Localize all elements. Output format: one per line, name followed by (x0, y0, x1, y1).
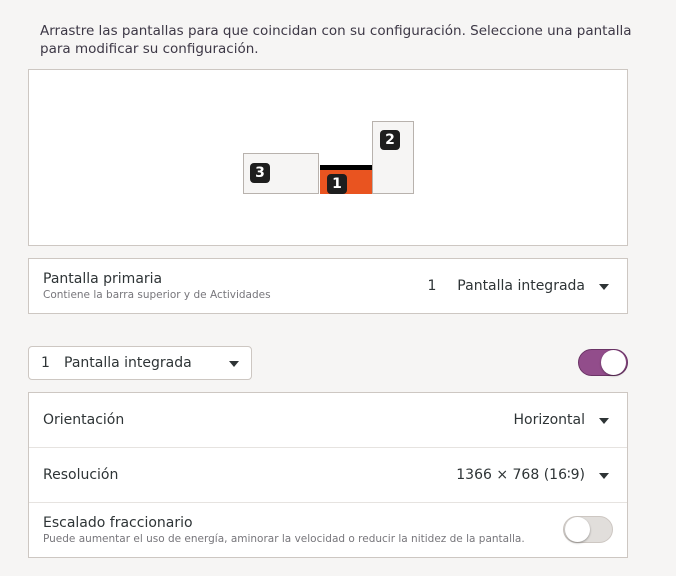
primary-display-number: 1 (427, 278, 437, 294)
resolution-value[interactable]: 1366 × 768 (16∶9) (456, 467, 585, 483)
chevron-down-icon[interactable] (599, 418, 609, 424)
primary-display-title: Pantalla primaria (43, 271, 163, 287)
display-selector-dropdown[interactable]: 1 Pantalla integrada (28, 346, 252, 380)
primary-display-card: Pantalla primaria Contiene la barra supe… (28, 258, 628, 314)
orientation-value[interactable]: Horizontal (514, 412, 585, 428)
resolution-label: Resolución (43, 467, 119, 483)
switch-knob (601, 350, 626, 375)
monitor-number-badge: 2 (380, 130, 400, 150)
resolution-row[interactable]: Resolución 1366 × 768 (16∶9) (29, 448, 627, 503)
display-selector-number: 1 (41, 355, 50, 371)
arrangement-instructions: Arrastre las pantallas para que coincida… (40, 23, 632, 57)
display-settings-panel: Arrastre las pantallas para que coincida… (0, 0, 676, 576)
primary-display-name: Pantalla integrada (457, 278, 585, 294)
fractional-scaling-switch[interactable] (563, 516, 613, 543)
display-settings-card: Orientación Horizontal Resolución 1366 ×… (28, 392, 628, 558)
chevron-down-icon[interactable] (599, 284, 609, 290)
monitor-number-badge: 1 (327, 174, 347, 194)
monitor-1[interactable]: 1 (320, 165, 372, 194)
chevron-down-icon (229, 361, 239, 367)
monitor-arrangement-area[interactable]: 3 1 2 (28, 69, 628, 246)
orientation-label: Orientación (43, 412, 125, 428)
fractional-scaling-description: Puede aumentar el uso de energía, aminor… (43, 533, 525, 545)
primary-display-row[interactable]: Pantalla primaria Contiene la barra supe… (29, 259, 627, 313)
monitor-2[interactable]: 2 (372, 121, 414, 194)
monitor-number-badge: 3 (250, 163, 270, 183)
switch-knob (565, 517, 590, 542)
chevron-down-icon[interactable] (599, 473, 609, 479)
monitor-3[interactable]: 3 (243, 153, 319, 194)
monitor-top-bar (320, 165, 372, 170)
fractional-scaling-row: Escalado fraccionario Puede aumentar el … (29, 503, 627, 557)
display-enabled-switch[interactable] (578, 349, 628, 376)
primary-display-value[interactable]: 1 Pantalla integrada (427, 278, 585, 294)
display-selector-name: Pantalla integrada (64, 355, 192, 371)
orientation-row[interactable]: Orientación Horizontal (29, 393, 627, 448)
primary-display-subtitle: Contiene la barra superior y de Activida… (43, 289, 271, 301)
fractional-scaling-label: Escalado fraccionario (43, 515, 193, 531)
